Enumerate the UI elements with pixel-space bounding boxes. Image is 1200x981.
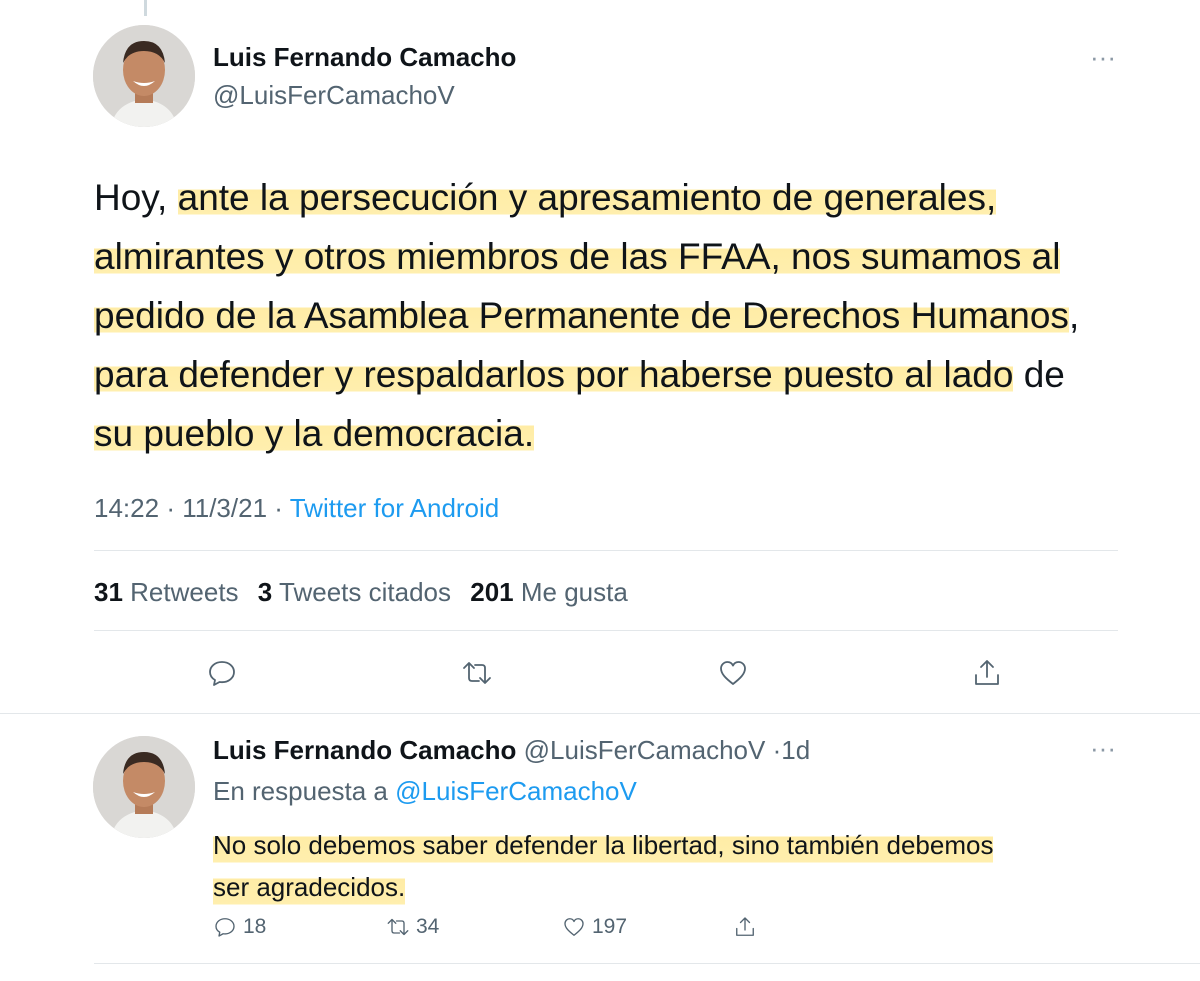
author-name[interactable]: Luis Fernando Camacho xyxy=(213,42,516,73)
share-button[interactable] xyxy=(733,912,757,942)
retweet-arrows-icon xyxy=(463,662,491,684)
likes-stat[interactable]: 201 Me gusta xyxy=(470,577,628,607)
retweet-count: 34 xyxy=(416,915,440,938)
tweet-date[interactable]: 11/3/21 xyxy=(182,493,267,523)
quotes-count: 3 xyxy=(257,577,273,607)
quotes-label: Tweets citados xyxy=(279,577,451,607)
reply-count: 18 xyxy=(243,915,267,938)
divider xyxy=(94,550,1118,551)
replying-to: En respuesta a @LuisFerCamachoV xyxy=(213,776,637,807)
tweet-text-line: Hoy, ante la persecución y apresamiento … xyxy=(94,168,1144,227)
speech-bubble-icon xyxy=(209,661,235,686)
likes-label: Me gusta xyxy=(520,577,628,607)
heart-icon xyxy=(564,918,584,936)
speech-bubble-icon xyxy=(215,918,235,937)
quotes-stat[interactable]: 3 Tweets citados xyxy=(258,577,451,607)
meta-separator: · xyxy=(166,493,175,523)
divider xyxy=(94,963,1200,964)
retweet-button[interactable] xyxy=(460,656,494,690)
retweets-stat[interactable]: 31 Retweets xyxy=(94,577,239,607)
like-button[interactable] xyxy=(716,656,750,690)
highlighted-text: almirantes y otros miembros de las FFAA,… xyxy=(94,236,1061,277)
reply-mention-link[interactable]: @LuisFerCamachoV xyxy=(395,776,637,806)
tweet-source-link[interactable]: Twitter for Android xyxy=(290,493,500,523)
tweet-text: Hoy, ante la persecución y apresamiento … xyxy=(94,168,1144,463)
share-button[interactable] xyxy=(970,656,1004,690)
retweets-count: 31 xyxy=(94,577,123,607)
meta-separator: · xyxy=(772,735,782,765)
highlighted-text: pedido de la Asamblea Permanente de Dere… xyxy=(94,295,1069,336)
likes-count: 201 xyxy=(470,577,514,607)
heart-icon xyxy=(720,661,746,685)
reply-header: Luis Fernando Camacho @LuisFerCamachoV ·… xyxy=(213,735,810,766)
tweet-text-line: pedido de la Asamblea Permanente de Dere… xyxy=(94,286,1144,345)
text-segment: Hoy, xyxy=(94,177,178,218)
author-handle[interactable]: @LuisFerCamachoV xyxy=(524,735,766,765)
engagement-stats: 31 Retweets 3 Tweets citados 201 Me gust… xyxy=(94,577,628,608)
reply-button[interactable]: 18 xyxy=(213,912,266,942)
tweet-metadata: 14:22 · 11/3/21 · Twitter for Android xyxy=(94,493,499,524)
retweet-button[interactable]: 34 xyxy=(386,912,439,942)
reply-prefix: En respuesta a xyxy=(213,776,388,806)
more-icon[interactable]: ··· xyxy=(1090,735,1116,761)
more-icon[interactable]: ··· xyxy=(1090,44,1116,70)
divider xyxy=(94,630,1118,631)
tweet-text-line: para defender y respaldarlos por haberse… xyxy=(94,345,1144,404)
reply-button[interactable] xyxy=(205,656,239,690)
avatar[interactable] xyxy=(93,25,195,127)
retweets-label: Retweets xyxy=(130,577,239,607)
highlighted-text: ser agradecidos. xyxy=(213,866,406,908)
thread-connector-line xyxy=(144,0,147,16)
highlighted-text: No solo debemos saber defender la libert… xyxy=(213,824,994,866)
like-button[interactable]: 197 xyxy=(562,912,627,942)
divider xyxy=(0,713,1200,714)
meta-separator: · xyxy=(274,493,283,523)
tweet-time[interactable]: 14:22 xyxy=(94,493,159,523)
highlighted-text: para defender y respaldarlos por haberse… xyxy=(94,354,1014,395)
share-upload-icon xyxy=(736,917,754,936)
avatar[interactable] xyxy=(93,736,195,838)
highlighted-text: su pueblo y la democracia. xyxy=(94,413,535,454)
tweet-text-line: su pueblo y la democracia. xyxy=(94,404,1144,463)
text-segment: , xyxy=(1068,295,1080,336)
author-name[interactable]: Luis Fernando Camacho xyxy=(213,735,516,765)
share-upload-icon xyxy=(975,660,999,685)
retweet-arrows-icon xyxy=(387,918,409,936)
highlighted-text: ante la persecución y apresamiento de ge… xyxy=(177,177,997,218)
tweet-text-line: almirantes y otros miembros de las FFAA,… xyxy=(94,227,1144,286)
reply-text: No solo debemos saber defender la libert… xyxy=(213,824,1173,908)
like-count: 197 xyxy=(592,915,628,938)
author-handle[interactable]: @LuisFerCamachoV xyxy=(213,80,455,111)
text-segment: de xyxy=(1013,354,1065,395)
tweet-age[interactable]: 1d xyxy=(781,735,810,765)
